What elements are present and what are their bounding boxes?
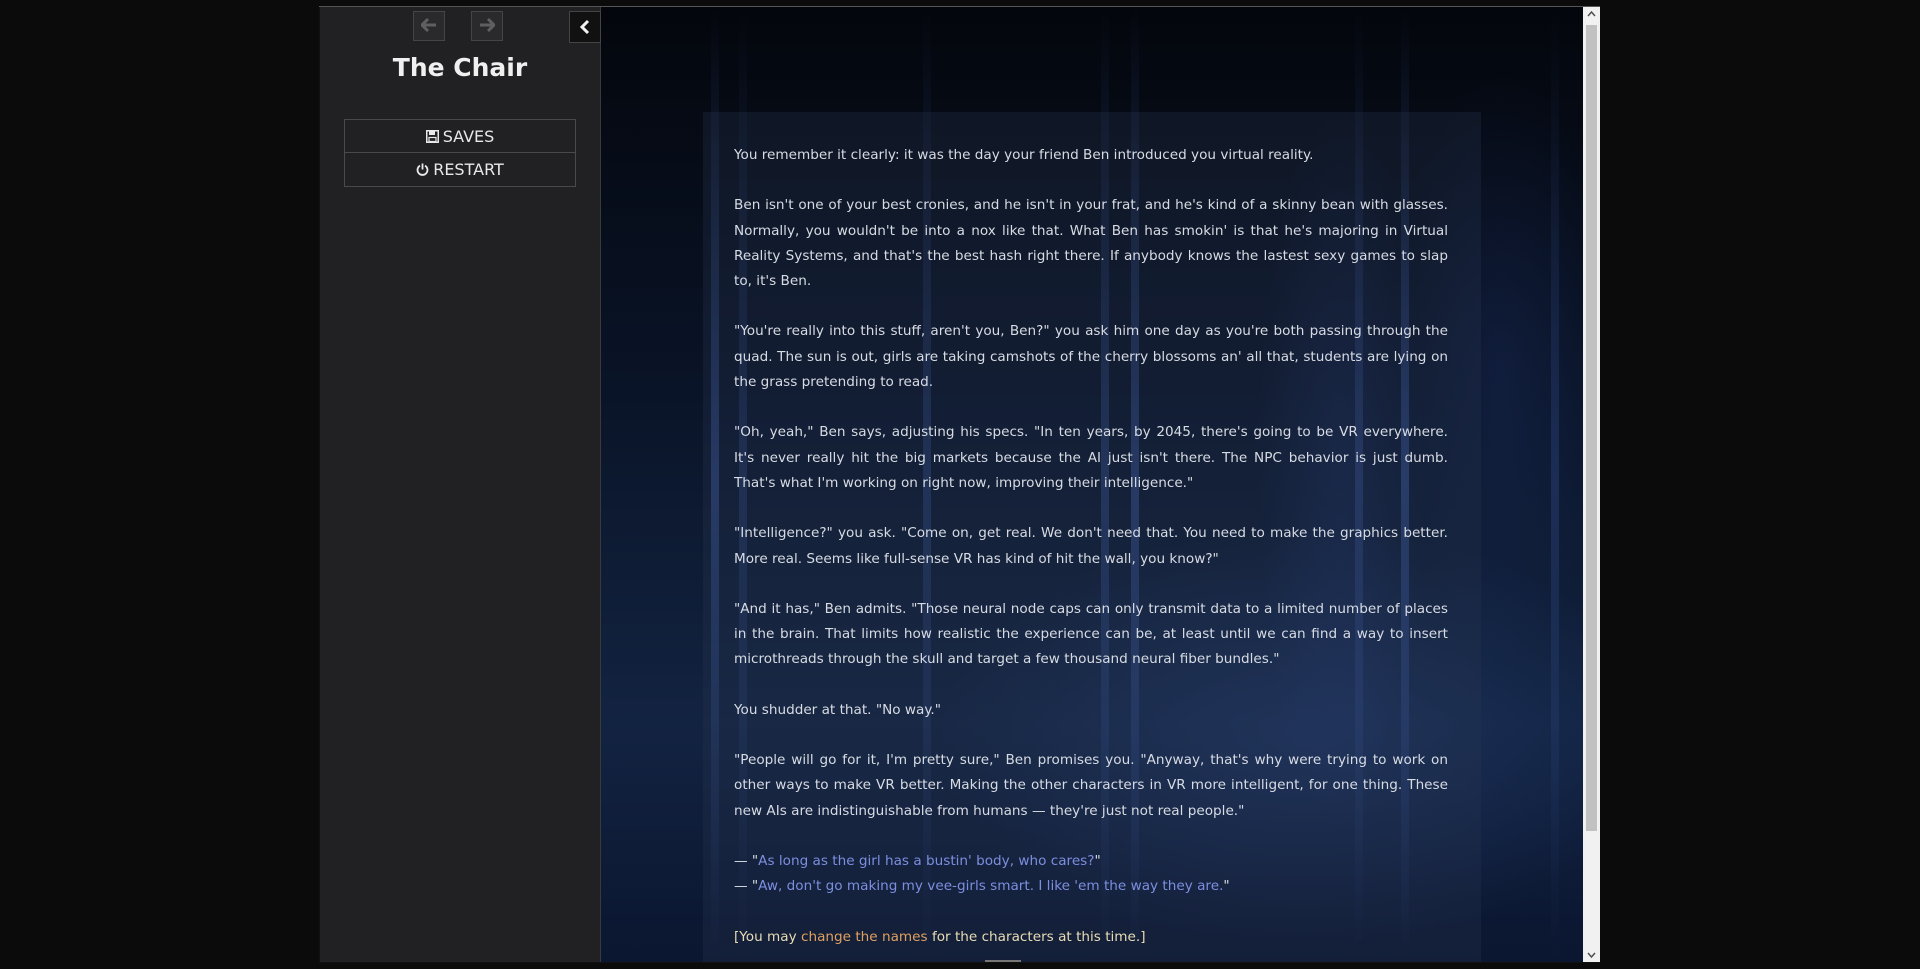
floppy-disk-icon <box>425 129 439 143</box>
scroll-up-arrow-icon[interactable] <box>1587 11 1596 17</box>
note-text-after: for the characters at this time.] <box>927 928 1146 945</box>
choice-link-2[interactable]: Aw, don't go making my vee-girls smart. … <box>758 878 1223 894</box>
vertical-scrollbar[interactable] <box>1583 7 1600 962</box>
choice-prefix: — " <box>734 878 759 895</box>
choice-item: — "As long as the girl has a bustin' bod… <box>734 849 1448 874</box>
choice-item: — "Aw, don't go making my vee-girls smar… <box>734 874 1448 899</box>
choice-suffix: " <box>1223 878 1230 895</box>
note-text-before: [You may <box>734 928 801 945</box>
power-icon <box>416 163 429 176</box>
restart-button[interactable]: RESTART <box>344 153 576 187</box>
scroll-down-arrow-icon[interactable] <box>1587 952 1596 958</box>
change-names-link[interactable]: change the names <box>801 929 928 945</box>
ui-sidebar: The Chair SAVES RESTART <box>320 7 601 962</box>
history-forward-button[interactable] <box>471 11 503 41</box>
restart-label: RESTART <box>433 160 504 179</box>
story-title: The Chair <box>392 53 528 82</box>
sidebar-menu: SAVES RESTART <box>344 119 576 187</box>
resize-handle[interactable] <box>985 960 1021 962</box>
scrollbar-thumb[interactable] <box>1586 25 1597 831</box>
rename-note: [You may change the names for the charac… <box>734 925 1448 950</box>
arrow-right-icon <box>479 16 497 37</box>
passage-text: You remember it clearly: it was the day … <box>734 143 1448 950</box>
saves-label: SAVES <box>442 126 495 146</box>
passage-paragraph: "Oh, yeah," Ben says, adjusting his spec… <box>734 424 1448 491</box>
background-light-streak <box>1551 7 1559 962</box>
passage-paragraph: "You're really into this stuff, aren't y… <box>734 323 1448 391</box>
sidebar-toggle-button[interactable] <box>569 11 601 43</box>
arrow-left-icon <box>419 16 437 37</box>
passage-paragraph: Ben isn't one of your best cronies, and … <box>734 197 1448 290</box>
choice-suffix: " <box>1094 852 1101 869</box>
chevron-left-icon <box>579 19 590 35</box>
choice-link-1[interactable]: As long as the girl has a bustin' body, … <box>758 853 1094 869</box>
history-back-button[interactable] <box>413 11 445 41</box>
passage-paragraph: "People will go for it, I'm pretty sure,… <box>734 752 1448 819</box>
passage-paragraph: "Intelligence?" you ask. "Come on, get r… <box>734 525 1448 567</box>
passage-paragraph: "And it has," Ben admits. "Those neural … <box>734 600 1448 668</box>
saves-button[interactable]: SAVES <box>344 119 576 153</box>
choice-list: — "As long as the girl has a bustin' bod… <box>734 849 1448 900</box>
passage-paragraph: You remember it clearly: it was the day … <box>734 147 1314 163</box>
choice-prefix: — " <box>734 852 759 869</box>
passage-paragraph: You shudder at that. "No way." <box>734 701 942 718</box>
